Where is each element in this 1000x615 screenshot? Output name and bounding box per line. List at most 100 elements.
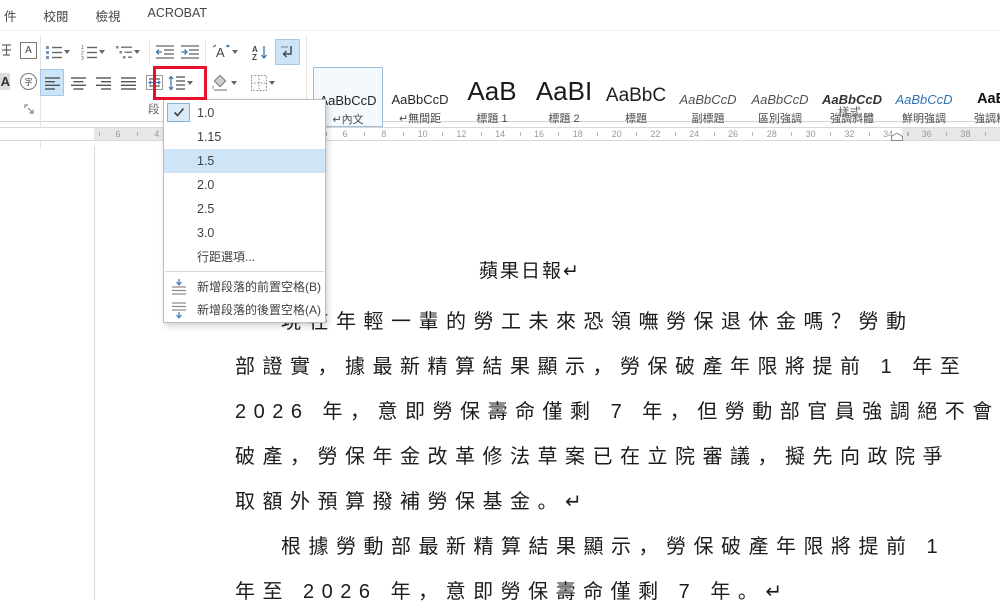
horizontal-ruler[interactable]: 6 4 6 8 10 12 14 16 18 20 22 24 26 28 30 32 34 36 38 bbox=[0, 127, 1000, 141]
style-gallery-item[interactable]: AaB 標題 1 bbox=[457, 67, 527, 127]
spacing-option-1.15[interactable]: 1.15 bbox=[164, 125, 325, 149]
ruler-tick bbox=[907, 132, 909, 136]
page-left-edge bbox=[94, 146, 95, 600]
add-space-before-item[interactable]: 新增段落的前置空格(B) bbox=[164, 275, 325, 298]
sort-button[interactable]: AZ bbox=[247, 40, 273, 64]
style-sample: AaBb bbox=[977, 91, 1000, 107]
line-spacing-caret-icon bbox=[187, 81, 193, 85]
character-shading-icon[interactable]: A bbox=[0, 71, 14, 91]
borders-caret-icon bbox=[269, 80, 275, 85]
document-text-line[interactable]: 部證實，據最新精算結果顯示，勞保破產年限將提前 1 年至 bbox=[235, 345, 960, 390]
ruler-tick bbox=[636, 132, 637, 136]
multilevel-list-button[interactable] bbox=[112, 40, 144, 64]
svg-text:Z: Z bbox=[252, 53, 257, 61]
ruler-tick bbox=[137, 132, 139, 136]
style-label: ↵無間距 bbox=[398, 113, 442, 125]
ruler-number: 8 bbox=[381, 129, 387, 139]
style-label: 副標題 bbox=[691, 113, 725, 125]
style-gallery-item[interactable]: AaBbCcD 副標題 bbox=[673, 67, 743, 127]
spacing-option-2.0[interactable]: 2.0 bbox=[164, 173, 325, 197]
style-gallery-item[interactable]: AaBbCcD 鮮明強調 bbox=[889, 67, 959, 127]
enclose-characters-glyph: 字 bbox=[20, 73, 37, 90]
spacing-option-2.5[interactable]: 2.5 bbox=[164, 197, 325, 221]
ruler-tick bbox=[364, 132, 366, 136]
spacing-option-3.0[interactable]: 3.0 bbox=[164, 221, 325, 245]
show-paragraph-marks-button[interactable] bbox=[275, 39, 300, 65]
style-sample: AaBbCcD bbox=[391, 92, 449, 107]
spacing-option-label: 3.0 bbox=[197, 226, 215, 240]
style-sample: AaBbCcD bbox=[679, 92, 737, 107]
asian-layout-button[interactable]: A bbox=[209, 40, 241, 64]
spacing-option-label: 2.5 bbox=[197, 202, 215, 216]
menu-tab-4[interactable]: ACROBAT bbox=[148, 6, 208, 25]
decrease-indent-button[interactable] bbox=[153, 40, 176, 64]
ruler-tick bbox=[403, 132, 405, 136]
document-text-line[interactable]: 2026 年，意即勞保壽命僅剩 7 年，但勞動部官員強調絕不會 bbox=[235, 390, 992, 435]
style-gallery-item[interactable]: AaBbC 標題 bbox=[601, 67, 671, 127]
styles-group-label: 樣式 bbox=[838, 107, 861, 119]
align-left-button[interactable] bbox=[40, 69, 64, 96]
document-body[interactable]: 現在年輕一輩的勞工未來恐領嘸勞保退休金嗎？勞動 部證實，據最新精算結果顯示，勞保破… bbox=[235, 300, 992, 615]
numbering-button[interactable]: 123 bbox=[78, 40, 108, 64]
add-space-after-icon bbox=[170, 301, 188, 319]
line-spacing-options-item[interactable]: 行距選項... bbox=[164, 245, 325, 268]
justify-button[interactable] bbox=[116, 69, 140, 96]
bullets-caret-icon bbox=[64, 50, 70, 54]
ruler-number: 14 bbox=[495, 129, 506, 139]
menu-tab-1[interactable]: 件 bbox=[4, 6, 17, 25]
style-sample: AaBbCcD bbox=[895, 92, 953, 107]
spacing-option-label: 2.0 bbox=[197, 178, 215, 192]
borders-button[interactable] bbox=[245, 69, 281, 96]
spacing-option-1.0[interactable]: 1.0 bbox=[164, 101, 325, 125]
increase-indent-button[interactable] bbox=[178, 40, 201, 64]
document-text-line[interactable]: 取額外預算撥補勞保基金。↵ bbox=[235, 480, 915, 525]
document-text-line[interactable]: 年至 2026 年，意即勞保壽命僅剩 7 年。↵ bbox=[235, 570, 915, 615]
font-group-dialog-launcher[interactable] bbox=[22, 102, 36, 116]
menu-tab-3[interactable]: 檢視 bbox=[96, 6, 121, 25]
ruler-tick bbox=[713, 132, 715, 136]
style-label: 強調粗體 bbox=[974, 113, 1000, 125]
ruler-number: 16 bbox=[533, 129, 544, 139]
ruler-number: 24 bbox=[689, 129, 700, 139]
style-label: 鮮明強調 bbox=[902, 113, 946, 125]
align-right-button[interactable] bbox=[91, 69, 115, 96]
style-label: 標題 bbox=[625, 113, 647, 125]
line-spacing-button[interactable] bbox=[161, 70, 200, 96]
paragraph-group-label: 段 bbox=[148, 104, 160, 116]
ruler-tick bbox=[480, 132, 482, 136]
ruler-number: 18 bbox=[572, 129, 583, 139]
document-text-line[interactable]: 現在年輕一輩的勞工未來恐領嘸勞保退休金嗎？勞動 bbox=[235, 300, 915, 345]
style-gallery-item[interactable]: AaBbCcD ↵無間距 bbox=[385, 67, 455, 127]
checkmark-icon bbox=[167, 103, 190, 122]
style-label: 標題 2 bbox=[548, 113, 580, 125]
align-center-button[interactable] bbox=[66, 69, 90, 96]
bullets-button[interactable] bbox=[43, 40, 73, 64]
ruler-number: 32 bbox=[844, 129, 855, 139]
style-gallery-item[interactable]: AaBbCcD 區別強調 bbox=[745, 67, 815, 127]
document-text-line[interactable]: 破產，勞保年金改革修法草案已在立院審議，擬先向政院爭 bbox=[235, 435, 943, 480]
spacing-option-label: 1.5 bbox=[197, 154, 215, 168]
shading-caret-icon bbox=[231, 80, 237, 85]
ruler-number: 26 bbox=[727, 129, 738, 139]
style-sample: AaBbCcD bbox=[751, 92, 809, 107]
phonetic-guide-icon[interactable] bbox=[0, 40, 14, 60]
spacing-option-1.5[interactable]: 1.5 bbox=[164, 149, 325, 173]
add-space-after-item[interactable]: 新增段落的後置空格(A) bbox=[164, 298, 325, 321]
character-border-icon[interactable]: A bbox=[18, 40, 39, 61]
ruler-number: 34 bbox=[883, 129, 894, 139]
styles-gallery: AaBbCcD ↵內文 AaBbCcD ↵無間距 AaB 標題 1 AaBI 標題 2 AaBb… bbox=[308, 65, 1000, 129]
style-gallery-item[interactable]: AaBI 標題 2 bbox=[529, 67, 599, 127]
ruler-number: 20 bbox=[611, 129, 622, 139]
ruler-tick bbox=[946, 132, 948, 136]
enclose-characters-icon[interactable]: 字 bbox=[18, 71, 39, 92]
add-space-before-item-label: 新增段落的前置空格(B) bbox=[197, 280, 321, 294]
add-space-after-item-label: 新增段落的後置空格(A) bbox=[197, 303, 321, 317]
menu-tab-2[interactable]: 校閱 bbox=[44, 6, 69, 25]
document-text-line[interactable]: 根據勞動部最新精算結果顯示，勞保破產年限將提前 1 bbox=[235, 525, 938, 570]
ruler-number: 22 bbox=[650, 129, 661, 139]
ruler-number: 6 bbox=[342, 129, 348, 139]
svg-text:3: 3 bbox=[81, 56, 84, 60]
spacing-option-label: 1.0 bbox=[197, 106, 215, 120]
shading-button[interactable] bbox=[207, 69, 241, 96]
style-gallery-item[interactable]: AaBb 強調粗體 bbox=[961, 67, 1000, 127]
